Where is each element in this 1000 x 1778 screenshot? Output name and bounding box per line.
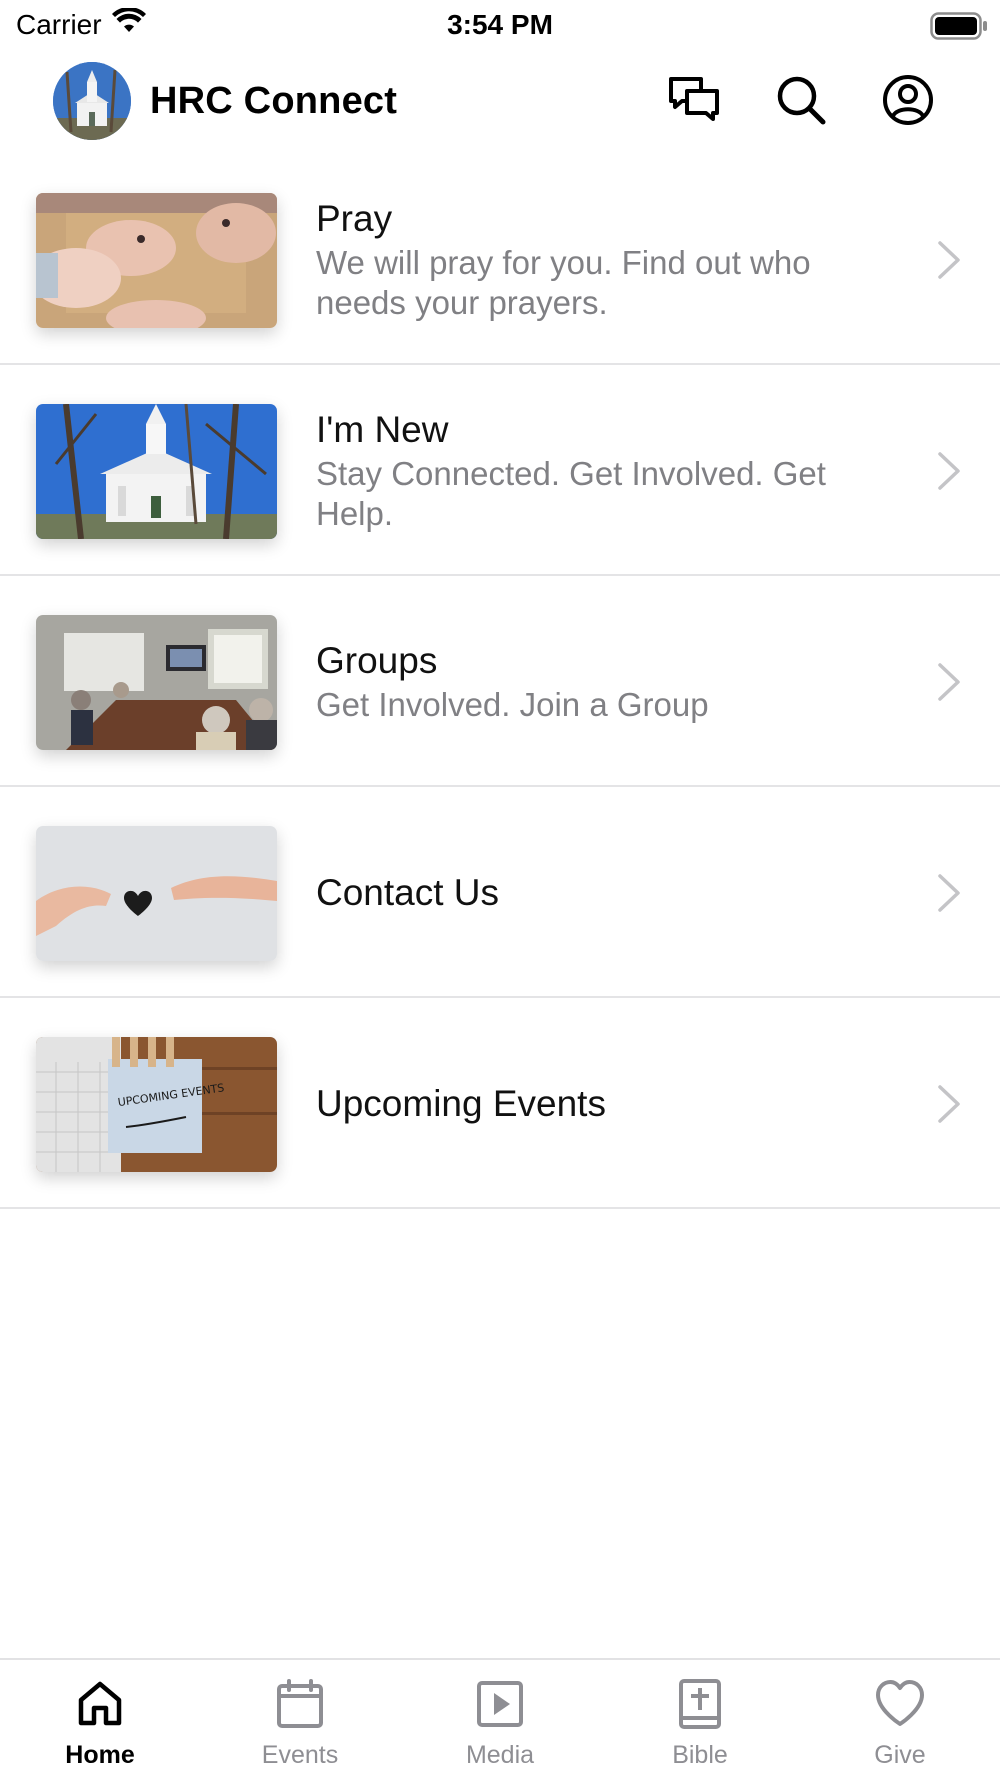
chevron-right-icon (936, 240, 962, 280)
chevron-right-icon (936, 1084, 962, 1124)
app-header: HRC Connect (0, 56, 1000, 146)
menu-item-title: Pray (316, 197, 393, 239)
chevron-right-icon (936, 662, 962, 702)
menu-item-upcoming-events[interactable]: UPCOMING EVENTS Upcoming Events (0, 998, 1000, 1209)
chevron-right-icon (936, 873, 962, 913)
tab-label: Events (261, 1741, 339, 1769)
search-button[interactable] (773, 74, 829, 130)
menu-item-pray[interactable]: Pray We will pray for you. Find out who … (0, 154, 1000, 365)
tab-give[interactable]: Give (800, 1660, 1000, 1778)
menu-item-title: Upcoming Events (316, 1082, 606, 1124)
menu-item-im-new[interactable]: I'm New Stay Connected. Get Involved. Ge… (0, 365, 1000, 576)
bottom-tab-bar: Home Events Media Bible Give (0, 1658, 1000, 1778)
home-menu-list: Pray We will pray for you. Find out who … (0, 154, 1000, 1209)
menu-item-contact-us[interactable]: Contact Us (0, 787, 1000, 998)
menu-item-title: Groups (316, 639, 438, 681)
profile-button[interactable] (880, 74, 936, 130)
tab-media[interactable]: Media (400, 1660, 600, 1778)
bible-icon (674, 1678, 726, 1730)
groups-thumbnail (36, 615, 277, 750)
status-time: 3:54 PM (447, 9, 553, 40)
im-new-thumbnail (36, 404, 277, 539)
chevron-right-icon (936, 451, 962, 491)
tab-label: Media (465, 1741, 535, 1769)
tab-events[interactable]: Events (200, 1660, 400, 1778)
messages-icon (668, 76, 720, 129)
home-icon (74, 1678, 126, 1730)
upcoming-events-text-block: Upcoming Events (316, 998, 876, 1209)
menu-item-title: I'm New (316, 408, 449, 450)
status-bar: Carrier 3:54 PM (0, 0, 1000, 50)
menu-item-subtitle: We will pray for you. Find out who needs… (316, 243, 811, 321)
tab-label: Give (874, 1741, 926, 1769)
contact-us-thumbnail (36, 826, 277, 961)
menu-item-subtitle: Get Involved. Join a Group (316, 685, 709, 723)
menu-item-title: Contact Us (316, 871, 500, 913)
tab-label: Bible (672, 1741, 728, 1769)
menu-item-groups[interactable]: Groups Get Involved. Join a Group (0, 576, 1000, 787)
tab-label: Home (65, 1741, 135, 1769)
tab-home[interactable]: Home (0, 1660, 200, 1778)
messages-button[interactable] (666, 74, 722, 130)
pray-text-block: Pray We will pray for you. Find out who … (316, 154, 876, 365)
upcoming-events-thumbnail: UPCOMING EVENTS (36, 1037, 277, 1172)
tab-bible[interactable]: Bible (600, 1660, 800, 1778)
contact-us-text-block: Contact Us (316, 787, 876, 998)
pray-thumbnail (36, 193, 277, 328)
calendar-icon (274, 1678, 326, 1730)
menu-item-subtitle: Stay Connected. Get Involved. Get Help. (316, 454, 826, 532)
groups-text-block: Groups Get Involved. Join a Group (316, 576, 876, 787)
app-title: HRC Connect (150, 80, 398, 122)
battery-icon (930, 12, 988, 45)
heart-icon (874, 1678, 926, 1730)
search-icon (775, 74, 827, 131)
profile-icon (882, 74, 934, 131)
im-new-text-block: I'm New Stay Connected. Get Involved. Ge… (316, 365, 876, 576)
play-icon (474, 1678, 526, 1730)
church-logo-avatar (53, 62, 131, 140)
